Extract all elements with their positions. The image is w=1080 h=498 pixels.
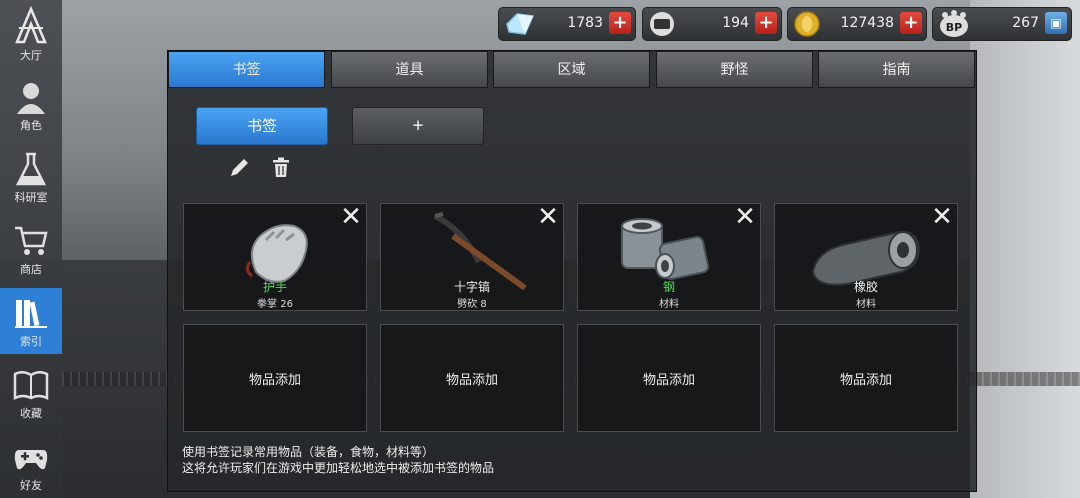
sidebar-item-label: 收藏 (20, 407, 42, 420)
tab-monsters[interactable]: 野怪 (656, 51, 813, 88)
currency-value: 267 (1012, 15, 1039, 31)
lobby-label: 大厅 (20, 49, 42, 62)
currency-value: 194 (722, 15, 749, 31)
tab-guide[interactable]: 指南 (818, 51, 975, 88)
svg-text:BP: BP (946, 21, 962, 34)
item-subtitle: 材料 (856, 299, 876, 310)
currency-coin: 127438 + (787, 7, 927, 41)
lobby-logo-icon (15, 6, 47, 44)
info-line: 这将允许玩家们在游戏中更加轻松地选中被添加书签的物品 (182, 461, 495, 475)
bookmark-panel: 书签 道具 区域 野怪 指南 书签 + ✕ 护手 拳掌 26 ✕ 十字镐 劈砍 … (167, 50, 977, 492)
open-book-icon (13, 371, 49, 401)
sidebar-item-label: 角色 (20, 119, 42, 132)
cart-icon (15, 226, 48, 255)
item-subtitle: 劈砍 8 (457, 299, 487, 310)
ticket-icon (650, 12, 674, 36)
coin-icon (794, 11, 820, 37)
add-bookmark-group-button[interactable]: + (352, 107, 484, 145)
currency-diamond: 1783 + (498, 7, 636, 41)
sidebar-item-character[interactable]: 角色 (0, 72, 62, 138)
currency-ticket: 194 + (642, 7, 782, 41)
currency-value: 127438 (840, 15, 894, 31)
sidebar: 大厅 角色 科研室 商店 索引 收藏 好友 (0, 0, 62, 498)
empty-item-slot[interactable]: 物品添加 (774, 324, 958, 432)
gamepad-icon (14, 450, 48, 470)
item-subtitle: 材料 (659, 299, 679, 310)
bookmark-item-card[interactable]: ✕ 护手 拳掌 26 (183, 203, 367, 311)
sidebar-item-collection[interactable]: 收藏 (0, 360, 62, 426)
sidebar-item-lab[interactable]: 科研室 (0, 144, 62, 210)
sidebar-item-shop[interactable]: 商店 (0, 216, 62, 282)
sidebar-item-friends[interactable]: 好友 (0, 432, 62, 498)
bp-shop-button[interactable]: ▣ (1045, 12, 1067, 34)
add-item-label: 物品添加 (248, 373, 301, 388)
add-diamond-button[interactable]: + (609, 12, 631, 34)
bp-icon: BP (940, 10, 968, 37)
sidebar-item-label: 好友 (20, 479, 42, 492)
trash-icon[interactable] (269, 155, 293, 179)
character-icon (17, 83, 45, 114)
diamond-icon (506, 13, 535, 35)
add-item-label: 物品添加 (839, 373, 892, 388)
empty-item-slot[interactable]: 物品添加 (183, 324, 367, 432)
bookmark-info-text: 使用书签记录常用物品（装备，食物，材料等） 这将允许玩家们在游戏中更加轻松地选中… (182, 444, 494, 476)
info-line: 使用书签记录常用物品（装备，食物，材料等） (182, 445, 435, 459)
sidebar-item-label: 商店 (20, 263, 42, 276)
item-name: 护手 (262, 280, 287, 294)
books-icon (15, 300, 47, 328)
item-subtitle: 拳掌 26 (257, 299, 293, 310)
currency-value: 1783 (567, 15, 603, 31)
bookmark-item-card[interactable]: ✕ 钢 材料 (577, 203, 761, 311)
remove-bookmark-button[interactable]: ✕ (537, 204, 559, 230)
sidebar-item-index[interactable]: 索引 (0, 288, 62, 354)
currency-bp: BP 267 ▣ (932, 7, 1072, 41)
bookmark-group-button[interactable]: 书签 (196, 107, 328, 145)
add-coin-button[interactable]: + (900, 12, 922, 34)
tab-bookmarks[interactable]: 书签 (168, 51, 325, 88)
pencil-icon[interactable] (228, 155, 252, 179)
item-name: 橡胶 (853, 280, 878, 294)
empty-item-slot[interactable]: 物品添加 (577, 324, 761, 432)
item-name: 十字镐 (453, 280, 490, 294)
tab-areas[interactable]: 区域 (493, 51, 650, 88)
lobby-button[interactable]: 大厅 (0, 0, 62, 66)
tab-items[interactable]: 道具 (331, 51, 488, 88)
add-ticket-button[interactable]: + (755, 12, 777, 34)
sidebar-item-label: 科研室 (14, 191, 48, 204)
add-item-label: 物品添加 (642, 373, 695, 388)
item-name: 钢 (662, 280, 675, 294)
bookmark-item-card[interactable]: ✕ 橡胶 材料 (774, 203, 958, 311)
remove-bookmark-button[interactable]: ✕ (734, 204, 756, 230)
room-right-wall (970, 0, 1080, 498)
empty-item-slot[interactable]: 物品添加 (380, 324, 564, 432)
bookmark-item-card[interactable]: ✕ 十字镐 劈砍 8 (380, 203, 564, 311)
remove-bookmark-button[interactable]: ✕ (931, 204, 953, 230)
sidebar-item-label: 索引 (20, 335, 42, 348)
remove-bookmark-button[interactable]: ✕ (340, 204, 362, 230)
add-item-label: 物品添加 (445, 373, 498, 388)
flask-icon (15, 152, 47, 186)
